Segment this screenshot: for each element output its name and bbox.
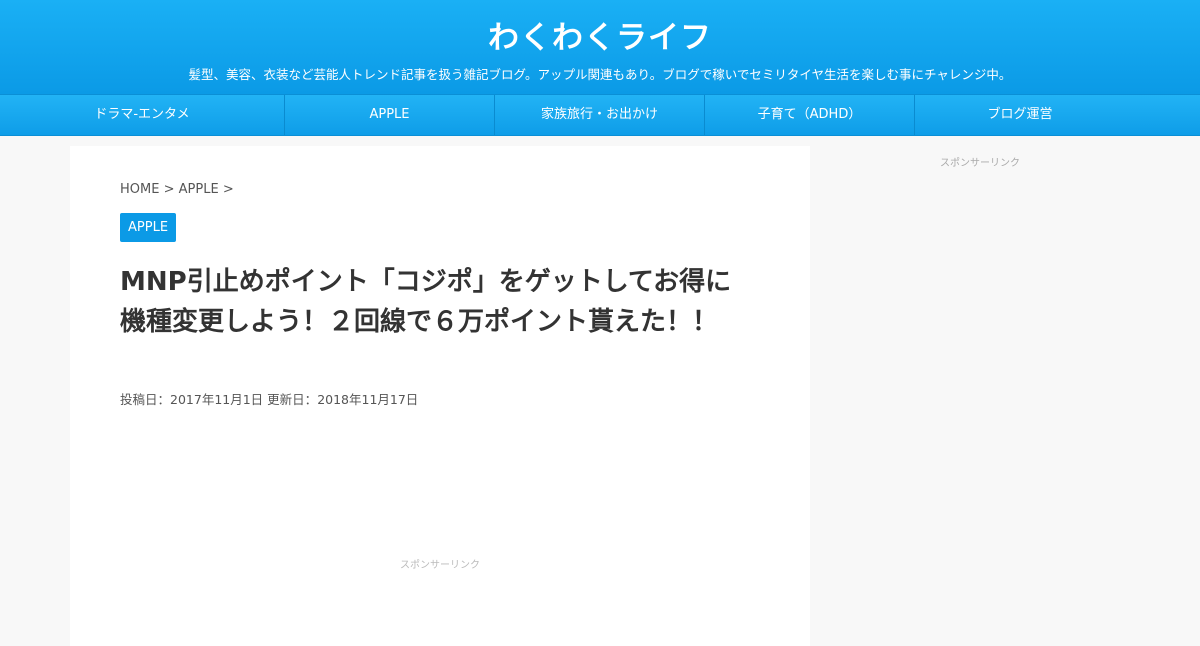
site-description: 髪型、美容、衣装など芸能人トレンド記事を扱う雑記ブログ。アップル関連もあり。ブロ…	[188, 67, 1012, 82]
breadcrumb-separator: >	[222, 182, 234, 197]
nav-item-drama[interactable]: ドラマ-エンタメ	[0, 95, 285, 135]
nav-item-blog[interactable]: ブログ運営	[915, 95, 1125, 135]
site-header: わくわくライフ 髪型、美容、衣装など芸能人トレンド記事を扱う雑記ブログ。アップル…	[0, 0, 1200, 94]
nav-item-travel[interactable]: 家族旅行・お出かけ	[495, 95, 705, 135]
breadcrumb: HOME > APPLE >	[120, 182, 234, 198]
nav-item-apple[interactable]: APPLE	[285, 95, 495, 135]
posted-label: 投稿日：	[120, 392, 171, 407]
article-title: MNP引止めポイント「コジポ」をゲットしてお得に機種変更しよう！２回線で６万ポイ…	[120, 267, 732, 337]
sponsor-label-main: スポンサーリンク	[400, 560, 480, 571]
article-card: HOME > APPLE > APPLE MNP引止めポイント「コジポ」をゲット…	[70, 146, 810, 646]
updated-label: 更新日：	[267, 392, 318, 407]
breadcrumb-separator: >	[163, 182, 175, 197]
category-badge[interactable]: APPLE	[120, 213, 177, 242]
updated-date: 2018年11月17日	[317, 392, 419, 407]
posted-date: 2017年11月1日	[170, 392, 264, 407]
article-meta: 投稿日：2017年11月1日 更新日：2018年11月17日	[120, 392, 418, 408]
sponsor-label-sidebar: スポンサーリンク	[940, 158, 1020, 169]
breadcrumb-home[interactable]: HOME	[120, 182, 159, 197]
nav-item-parenting[interactable]: 子育て（ADHD）	[705, 95, 915, 135]
site-title[interactable]: わくわくライフ	[0, 18, 1200, 58]
global-nav: ドラマ-エンタメ APPLE 家族旅行・お出かけ 子育て（ADHD） ブログ運営	[0, 94, 1200, 136]
breadcrumb-category[interactable]: APPLE	[179, 182, 219, 197]
